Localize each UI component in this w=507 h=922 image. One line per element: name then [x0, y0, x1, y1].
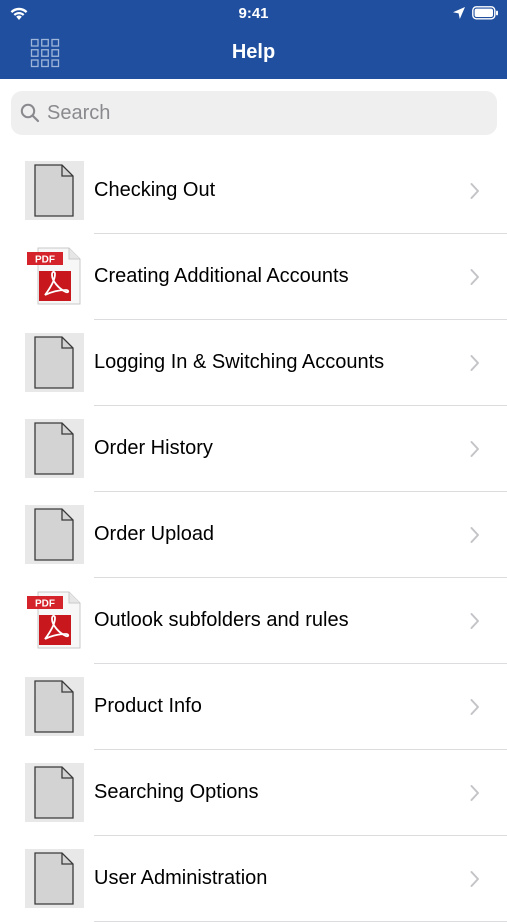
list-item-label: Order Upload: [94, 523, 215, 545]
chevron-right-icon: [470, 699, 479, 715]
chevron-right-icon: [470, 613, 479, 629]
list-item[interactable]: Searching Options: [0, 750, 507, 836]
chevron-right-icon: [470, 527, 479, 543]
list-item[interactable]: PDF Outlook subfolders and rules: [0, 578, 507, 664]
list-item-label: Product Info: [94, 695, 202, 717]
header-bar: 9:41 Help: [0, 0, 507, 79]
list-item-label: Outlook subfolders and rules: [94, 609, 349, 631]
search-bar[interactable]: [11, 91, 497, 135]
chevron-right-icon: [470, 269, 479, 285]
document-icon: [25, 333, 84, 392]
list-item-label: User Administration: [94, 867, 268, 889]
page-title: Help: [231, 41, 276, 63]
battery-icon: [472, 6, 498, 20]
list-item[interactable]: Logging In & Switching Accounts: [0, 320, 507, 406]
document-icon: [25, 161, 84, 220]
status-bar: 9:41: [0, 0, 507, 28]
document-icon: [25, 419, 84, 478]
list-item-label: Searching Options: [94, 781, 259, 803]
list-item[interactable]: User Administration: [0, 836, 507, 922]
list-item[interactable]: PDF Creating Additional Accounts: [0, 234, 507, 320]
list-item[interactable]: Order Upload: [0, 492, 507, 578]
status-time: 9:41: [238, 5, 269, 22]
document-icon: [25, 505, 84, 564]
chevron-right-icon: [470, 355, 479, 371]
chevron-right-icon: [470, 871, 479, 887]
chevron-right-icon: [470, 441, 479, 457]
document-icon: [25, 849, 84, 908]
document-icon: [25, 763, 84, 822]
pdf-badge-label: PDF: [35, 598, 55, 609]
document-icon: [25, 677, 84, 736]
navigation-bar: Help: [0, 28, 507, 79]
pdf-icon: PDF: [25, 591, 84, 650]
location-arrow-icon: [453, 7, 465, 19]
list-item-label: Logging In & Switching Accounts: [94, 351, 385, 373]
list-item-label: Creating Additional Accounts: [94, 265, 349, 287]
search-icon: [20, 103, 40, 123]
pdf-badge-label: PDF: [35, 254, 55, 265]
chevron-right-icon: [470, 785, 479, 801]
pdf-icon: PDF: [25, 247, 84, 306]
list-item-label: Checking Out: [94, 179, 216, 201]
list-item[interactable]: Checking Out: [0, 148, 507, 234]
help-topic-list: Checking Out PDF Creating Additional Acc…: [0, 148, 507, 922]
list-item-label: Order History: [94, 437, 213, 459]
list-item[interactable]: Product Info: [0, 664, 507, 750]
search-input[interactable]: [47, 91, 477, 135]
chevron-right-icon: [470, 183, 479, 199]
list-item[interactable]: Order History: [0, 406, 507, 492]
